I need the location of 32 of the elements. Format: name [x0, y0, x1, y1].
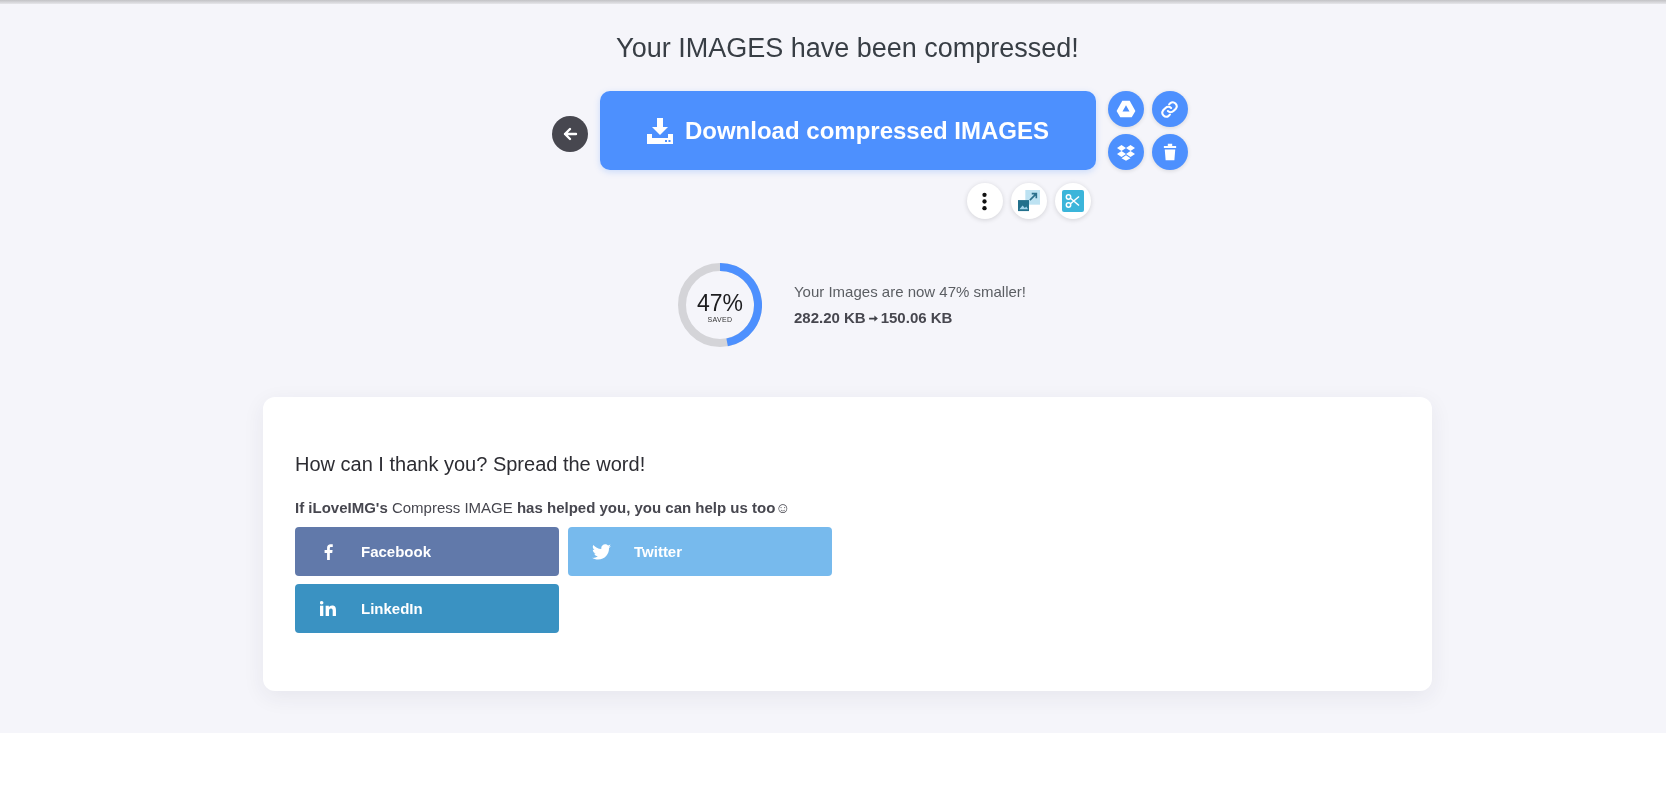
- cloud-save-button[interactable]: [1107, 91, 1144, 127]
- diamonds-logo-icon: [1116, 143, 1135, 161]
- triangle-logo-icon: [1115, 100, 1136, 118]
- bird-icon: [591, 543, 611, 560]
- more-button[interactable]: [966, 183, 1003, 219]
- arrow-right-icon: [868, 314, 878, 322]
- download-icon: [645, 116, 674, 145]
- size-before: 282.20 KB: [793, 308, 866, 328]
- share-message: If iLoveIMG's Compress IMAGE has helped you, you can help us too☺: [295, 498, 792, 518]
- delete-button[interactable]: [1151, 134, 1188, 170]
- saved-percent: 47%: [696, 290, 743, 315]
- share-link-button[interactable]: [1151, 91, 1188, 127]
- facebook-share-button[interactable]: Facebook: [295, 527, 559, 576]
- crop-button[interactable]: [1054, 183, 1091, 219]
- box-save-button[interactable]: [1107, 134, 1144, 170]
- linkedin-share-button[interactable]: LinkedIn: [295, 584, 559, 633]
- page-title: Your IMAGES have been compressed!: [616, 32, 1079, 65]
- arrow-left-icon: [561, 126, 578, 142]
- back-button[interactable]: [551, 116, 588, 152]
- twitter-share-button[interactable]: Twitter: [568, 527, 832, 576]
- link-icon: [1160, 99, 1179, 119]
- trash-icon: [1162, 143, 1177, 161]
- share-heading: How can I thank you? Spread the word!: [295, 453, 647, 475]
- resize-button[interactable]: [1010, 183, 1047, 219]
- savings-message: Your Images are now 47% smaller!: [793, 282, 1027, 302]
- size-after: 150.06 KB: [880, 308, 953, 328]
- in-logo-icon: [320, 601, 336, 616]
- download-button[interactable]: Download compressed IMAGES: [599, 91, 1096, 170]
- more-icon: [982, 191, 987, 211]
- f-logo-icon: [323, 543, 333, 560]
- image-arrow-icon: [1017, 190, 1040, 212]
- scissors-icon: [1061, 190, 1084, 212]
